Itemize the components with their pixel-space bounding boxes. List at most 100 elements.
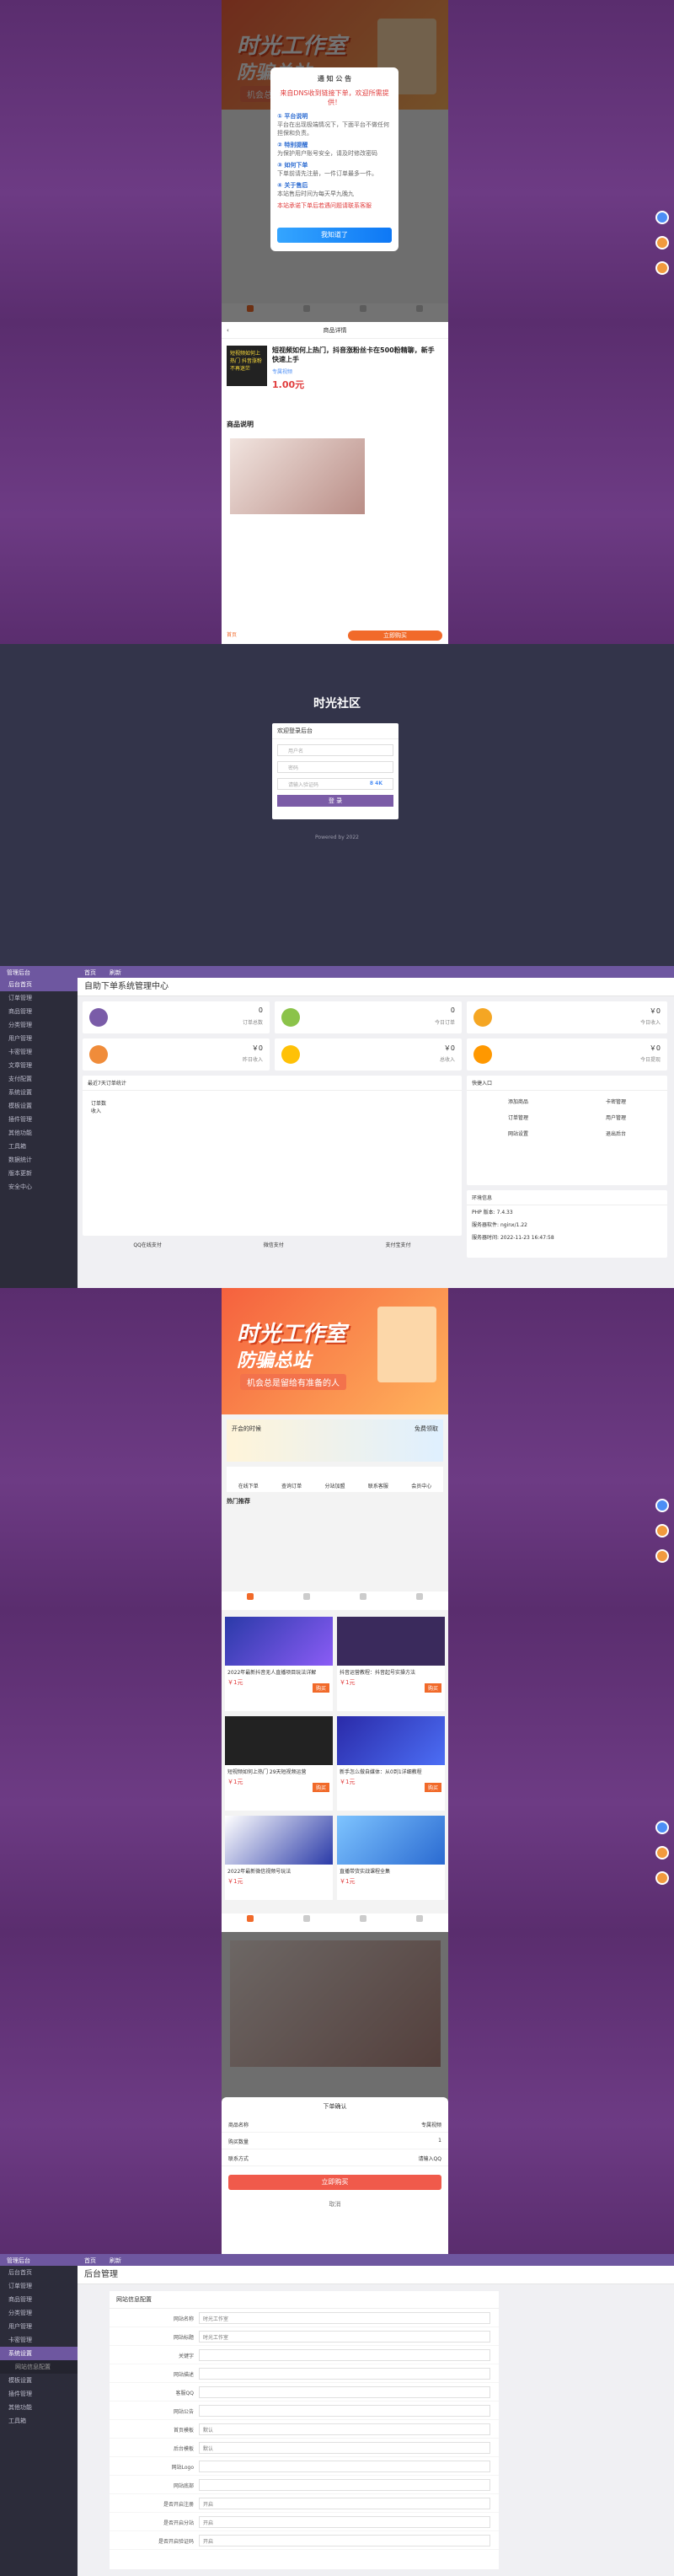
float-top-button[interactable] <box>655 1549 669 1563</box>
topbar-home[interactable]: 首页 <box>84 2257 96 2265</box>
modal-ok-button[interactable]: 我知道了 <box>277 228 392 243</box>
sidebar-item[interactable]: 工具箱 <box>0 1140 78 1153</box>
sidebar-item[interactable]: 系统设置 <box>0 1086 78 1099</box>
quick-link[interactable]: 网站设置 <box>473 1130 563 1137</box>
quick-link[interactable]: 添加商品 <box>473 1097 563 1105</box>
product-card[interactable]: 2022年最新微信视频号玩法 ￥1元 <box>225 1816 333 1900</box>
stat-card: ￥0 今日提现 <box>467 1038 667 1071</box>
promo-card[interactable]: 免费领取 <box>415 1425 438 1457</box>
tab-home[interactable] <box>222 1913 278 1932</box>
login-button[interactable]: 登 录 <box>277 795 393 807</box>
sidebar-item[interactable]: 模板设置 <box>0 1099 78 1113</box>
product-card[interactable]: 2022年最新抖音无人直播项目玩法详解 ￥1元 购买 <box>225 1617 333 1711</box>
sidebar-item[interactable]: 分类管理 <box>0 1018 78 1032</box>
product-card[interactable]: 抖音运营教程：抖音起号实操方法 ￥1元 购买 <box>337 1617 445 1711</box>
payment-link[interactable]: QQ在线支付 <box>133 1241 161 1248</box>
payment-links: QQ在线支付 微信支付 支付宝支付 <box>83 1241 462 1248</box>
username-input[interactable]: 用户名 <box>277 744 393 756</box>
sidebar-item[interactable]: 其他功能 <box>0 2401 78 2414</box>
float-top-button[interactable] <box>655 1871 669 1885</box>
password-input[interactable]: 密码 <box>277 761 393 773</box>
sidebar-item[interactable]: 卡密管理 <box>0 2333 78 2347</box>
float-service-button[interactable] <box>655 1499 669 1512</box>
form-input[interactable] <box>199 2349 490 2361</box>
form-input[interactable] <box>199 2461 490 2472</box>
float-service-button[interactable] <box>655 211 669 224</box>
captcha-image[interactable]: 8 4K <box>370 781 382 786</box>
quick-link[interactable]: 订单管理 <box>473 1114 563 1121</box>
form-input[interactable] <box>199 2368 490 2380</box>
sidebar-item[interactable]: 工具箱 <box>0 2414 78 2428</box>
sidebar-item[interactable]: 分类管理 <box>0 2306 78 2320</box>
float-share-button[interactable] <box>655 236 669 250</box>
topbar-refresh[interactable]: 刷新 <box>110 969 121 977</box>
sidebar-item[interactable]: 插件管理 <box>0 1113 78 1126</box>
payment-link[interactable]: 支付宝支付 <box>386 1241 411 1248</box>
payment-link[interactable]: 微信支付 <box>264 1241 284 1248</box>
home-link[interactable]: 首页 <box>227 631 237 638</box>
topbar-refresh[interactable]: 刷新 <box>110 2257 121 2265</box>
sidebar-item[interactable]: 用户管理 <box>0 1032 78 1045</box>
sidebar-item[interactable]: 订单管理 <box>0 991 78 1005</box>
float-share-button[interactable] <box>655 1846 669 1860</box>
sidebar-item[interactable]: 系统设置 <box>0 2347 78 2360</box>
form-select[interactable]: 默认 <box>199 2423 490 2435</box>
form-input[interactable]: 时光工作室 <box>199 2312 490 2324</box>
quick-icon[interactable]: 分站加盟 <box>324 1482 345 1489</box>
cancel-link[interactable]: 取消 <box>222 2200 448 2208</box>
tab-category[interactable] <box>278 1913 334 1932</box>
quick-icon[interactable]: 查询订单 <box>281 1482 302 1489</box>
quick-link[interactable]: 卡密管理 <box>571 1097 661 1105</box>
buy-button[interactable]: 立即购买 <box>348 631 442 641</box>
quick-icon[interactable]: 会员中心 <box>411 1482 431 1489</box>
product-card[interactable]: 新手怎么做自媒体：从0到1详细教程 ￥1元 购买 <box>337 1716 445 1811</box>
product-card[interactable]: 短视频如何上热门 29天短视频运营 ￥1元 购买 <box>225 1716 333 1811</box>
sidebar-item[interactable]: 用户管理 <box>0 2320 78 2333</box>
sidebar-item[interactable]: 卡密管理 <box>0 1045 78 1059</box>
float-top-button[interactable] <box>655 261 669 275</box>
quick-icon[interactable]: 在线下单 <box>238 1482 259 1489</box>
tab-profile[interactable] <box>392 1913 448 1932</box>
back-icon[interactable]: ‹ <box>227 322 229 339</box>
sidebar-item[interactable]: 模板设置 <box>0 2374 78 2387</box>
sidebar-item[interactable]: 插件管理 <box>0 2387 78 2401</box>
sidebar-item[interactable]: 后台首页 <box>0 2266 78 2279</box>
sheet-row[interactable]: 联系方式 请输入QQ <box>222 2149 448 2166</box>
tab-home[interactable] <box>222 1591 278 1610</box>
product-card[interactable]: 直播带货实战课程全集 ￥1元 <box>337 1816 445 1900</box>
sidebar-subitem[interactable]: 网站信息配置 <box>0 2360 78 2374</box>
form-input[interactable]: 时光工作室 <box>199 2331 490 2343</box>
sheet-row[interactable]: 购买数量 1 <box>222 2133 448 2149</box>
quick-icon[interactable]: 联系客服 <box>368 1482 388 1489</box>
captcha-input[interactable]: 请输入验证码 8 4K <box>277 778 393 790</box>
sidebar-item[interactable]: 订单管理 <box>0 2279 78 2293</box>
form-select[interactable]: 开启 <box>199 2516 490 2528</box>
topbar-home[interactable]: 首页 <box>84 969 96 977</box>
form-input[interactable] <box>199 2479 490 2491</box>
form-select[interactable]: 开启 <box>199 2535 490 2546</box>
quick-link[interactable]: 用户管理 <box>571 1114 661 1121</box>
float-service-button[interactable] <box>655 1821 669 1834</box>
sidebar-item[interactable]: 安全中心 <box>0 1180 78 1194</box>
notice-item: ② 特别提醒 为保护用户账号安全，请及时修改密码 <box>277 142 377 157</box>
form-input[interactable] <box>199 2405 490 2417</box>
form-input[interactable] <box>199 2386 490 2398</box>
tab-orders[interactable] <box>335 1591 392 1610</box>
form-select[interactable]: 开启 <box>199 2498 490 2509</box>
sidebar-item[interactable]: 后台首页 <box>0 978 78 991</box>
sidebar-item[interactable]: 文章管理 <box>0 1059 78 1072</box>
sidebar-item[interactable]: 商品管理 <box>0 2293 78 2306</box>
sidebar-item[interactable]: 支付配置 <box>0 1072 78 1086</box>
float-share-button[interactable] <box>655 1524 669 1538</box>
quick-link[interactable]: 退出后台 <box>571 1130 661 1137</box>
sidebar-item[interactable]: 版本更新 <box>0 1167 78 1180</box>
pay-button[interactable]: 立即购买 <box>228 2175 441 2190</box>
sidebar-item[interactable]: 商品管理 <box>0 1005 78 1018</box>
sidebar-item[interactable]: 数据统计 <box>0 1153 78 1167</box>
promo-card[interactable]: 开会的时候 <box>232 1425 261 1457</box>
form-select[interactable]: 默认 <box>199 2442 490 2454</box>
tab-profile[interactable] <box>392 1591 448 1610</box>
sidebar-item[interactable]: 其他功能 <box>0 1126 78 1140</box>
tab-orders[interactable] <box>335 1913 392 1932</box>
tab-category[interactable] <box>278 1591 334 1610</box>
